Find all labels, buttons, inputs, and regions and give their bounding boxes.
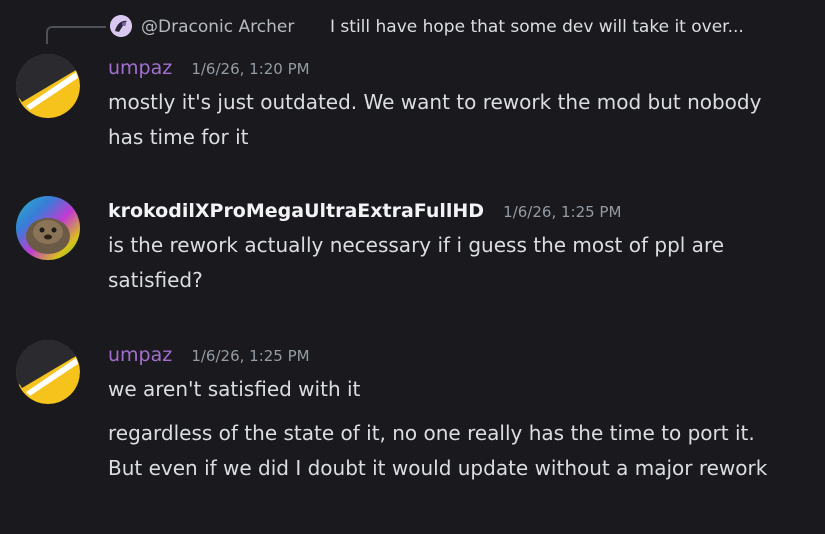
- message-header: krokodilXProMegaUltraExtraFullHD 1/6/26,…: [108, 198, 621, 225]
- reply-author[interactable]: @Draconic Archer: [141, 15, 294, 39]
- umpaz-avatar-icon: [16, 340, 80, 404]
- timestamp[interactable]: 1/6/26, 1:25 PM: [191, 343, 309, 369]
- umpaz-avatar-icon: [16, 54, 80, 118]
- message-text: we aren't satisfied with it: [108, 377, 361, 401]
- author-name[interactable]: krokodilXProMegaUltraExtraFullHD: [108, 198, 484, 224]
- avatar-krokodil[interactable]: [16, 196, 80, 260]
- author-name[interactable]: umpaz: [108, 342, 172, 368]
- message-text: regardless of the state of it, no one re…: [108, 421, 768, 480]
- timestamp[interactable]: 1/6/26, 1:25 PM: [503, 199, 621, 225]
- message-text: mostly it's just outdated. We want to re…: [108, 90, 762, 149]
- timestamp[interactable]: 1/6/26, 1:20 PM: [191, 56, 309, 82]
- chat-log: @Draconic Archer I still have hope that …: [0, 0, 825, 534]
- message-header: umpaz 1/6/26, 1:20 PM: [108, 55, 310, 82]
- avatar-umpaz[interactable]: [16, 54, 80, 118]
- reply-avatar-icon: [110, 15, 132, 37]
- author-name[interactable]: umpaz: [108, 55, 172, 81]
- reply-text[interactable]: I still have hope that some dev will tak…: [330, 15, 792, 39]
- reply-spine: [46, 26, 106, 44]
- message-header: umpaz 1/6/26, 1:25 PM: [108, 342, 310, 369]
- reply-reference[interactable]: @Draconic Archer I still have hope that …: [0, 0, 825, 52]
- message-text: is the rework actually necessary if i gu…: [108, 233, 725, 292]
- avatar-umpaz[interactable]: [16, 340, 80, 404]
- krokodil-avatar-icon: [16, 196, 80, 260]
- reply-avatar[interactable]: [110, 15, 132, 37]
